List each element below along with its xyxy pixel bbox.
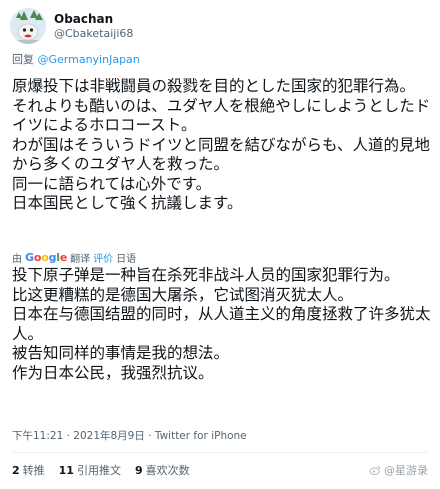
reply-prefix: 回复 xyxy=(12,53,38,66)
tweet-line: 原爆投下は非戦闘員の殺戮を目的とした国家的犯罪行為。 xyxy=(12,77,416,95)
translated-line: 投下原子弹是一种旨在杀死非战斗人员的国家犯罪行为。 xyxy=(12,266,400,284)
watermark-text: @星游录 xyxy=(384,464,428,477)
rate-translation-link[interactable]: 评价 xyxy=(93,250,113,265)
google-logo: Google xyxy=(25,251,68,264)
tweet-line: それよりも酷いのは、ユダヤ人を根絶やしにしようとしたドイツによるホロコースト。 xyxy=(12,96,431,135)
weibo-icon xyxy=(369,465,381,475)
avatar[interactable] xyxy=(10,8,46,44)
quotes-stat[interactable]: 11 引用推文 xyxy=(59,462,121,478)
tweet-date[interactable]: 2021年8月9日 xyxy=(73,430,145,442)
tweet-stats: 2 转推 11 引用推文 9 喜欢次数 xyxy=(12,462,190,478)
tweet-line: 日本国民として強く抗議します。 xyxy=(12,194,243,212)
translation-attribution: 由 Google 翻译 评价 日语 xyxy=(12,250,136,265)
tweet-line: 同一に語られては心外です。 xyxy=(12,174,212,193)
tweet-time[interactable]: 下午11:21 xyxy=(12,430,63,442)
divider xyxy=(12,452,428,453)
tweet-text-translated: 投下原子弹是一种旨在杀死非战斗人员的国家犯罪行为。 比这更糟糕的是德国大屠杀，它… xyxy=(12,266,432,383)
tweet-line: わが国はそういうドイツと同盟を結びながらも、人道的見地から多くのユダヤ人を救った… xyxy=(12,135,431,174)
retweets-stat[interactable]: 2 转推 xyxy=(12,462,45,478)
handle[interactable]: @Cbaketaiji68 xyxy=(54,27,133,41)
tweet-text-japanese: 原爆投下は非戦闘員の殺戮を目的とした国家的犯罪行為。 それよりも酷いのは、ユダヤ… xyxy=(12,77,432,214)
likes-stat[interactable]: 9 喜欢次数 xyxy=(135,462,190,478)
translation-by: 由 xyxy=(12,254,22,265)
translation-action: 翻译 xyxy=(70,254,91,265)
author-names: Obachan @Cbaketaiji68 xyxy=(54,12,133,41)
watermark: @星游录 xyxy=(369,462,428,478)
tweet-header: Obachan @Cbaketaiji68 xyxy=(10,6,133,46)
avatar-image xyxy=(10,8,46,44)
translated-line: 作为日本公民，我强烈抗议。 xyxy=(12,363,214,382)
reply-mention-link[interactable]: @GermanyinJapan xyxy=(38,53,140,66)
display-name[interactable]: Obachan xyxy=(54,12,133,27)
tweet-source[interactable]: Twitter for iPhone xyxy=(155,430,247,442)
translated-line: 被告知同样的事情是我的想法。 xyxy=(12,344,230,362)
translated-line: 比这更糟糕的是德国大屠杀，它试图消灭犹太人。 xyxy=(12,285,354,304)
reply-context: 回复 @GermanyinJapan xyxy=(12,53,140,67)
translation-language: 日语 xyxy=(116,254,137,265)
tweet-meta: 下午11:21 · 2021年8月9日 · Twitter for iPhone xyxy=(12,430,247,442)
translated-line: 日本在与德国结盟的同时，从人道主义的角度拯救了许多犹太人。 xyxy=(12,305,431,343)
